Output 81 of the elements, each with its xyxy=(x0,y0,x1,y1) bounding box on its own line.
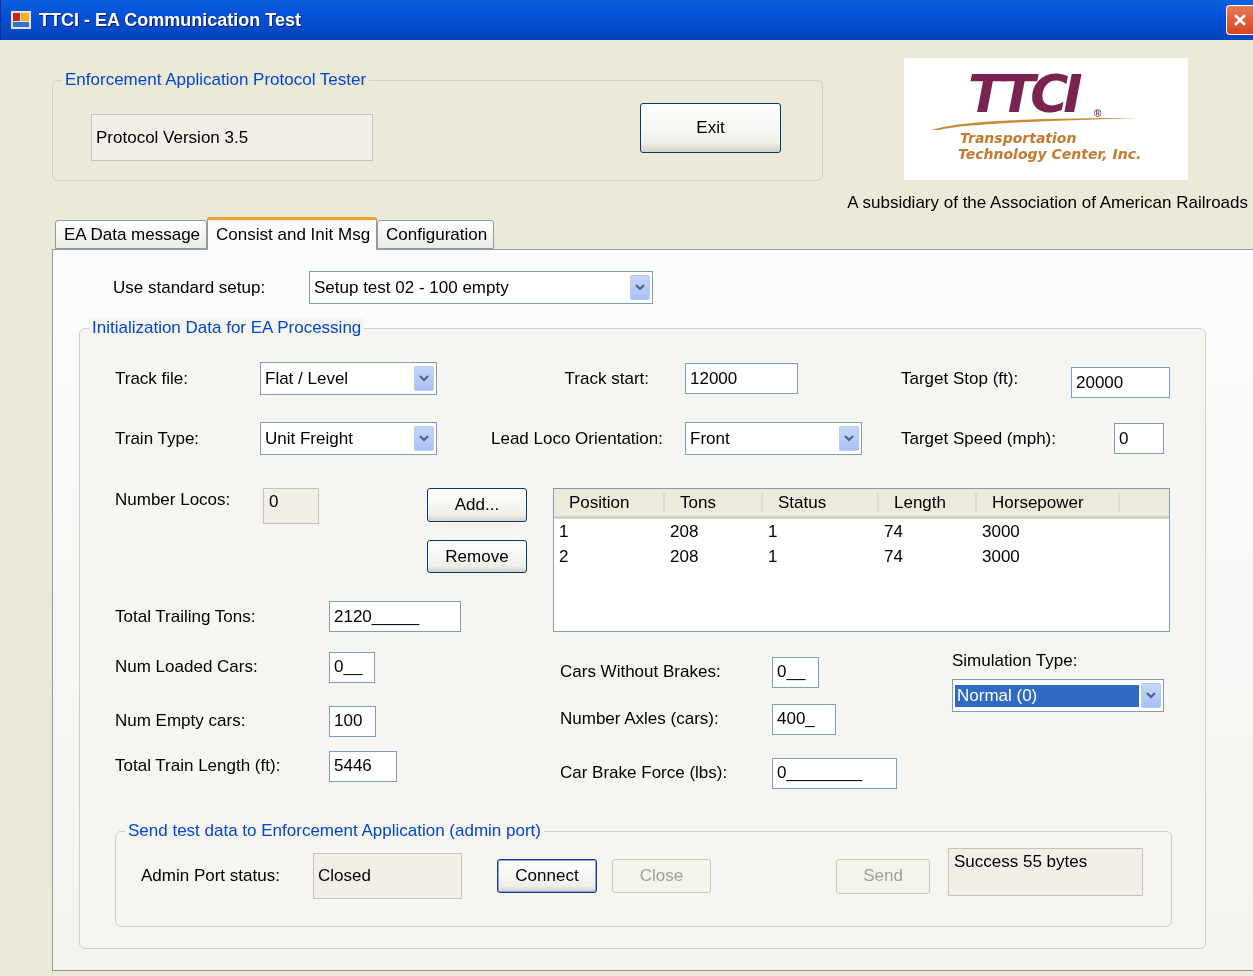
table-cell-text: 1 xyxy=(767,546,779,567)
text-field[interactable]: Success 55 bytes xyxy=(948,847,1143,896)
tab[interactable]: Configuration xyxy=(377,220,495,249)
text-field[interactable]: 0 xyxy=(1114,423,1164,454)
text-field[interactable]: 2120_____ xyxy=(329,601,461,632)
text-field[interactable]: 400_ xyxy=(772,703,836,735)
field-label: Target Stop (ft): xyxy=(901,368,1020,389)
column-header[interactable]: Position xyxy=(554,493,665,512)
dropdown-value: Flat / Level xyxy=(264,367,350,390)
text-field[interactable]: 0__ xyxy=(329,651,375,683)
field-label: Total Train Length (ft): xyxy=(115,756,282,776)
field-label: Track file: xyxy=(115,368,190,389)
push-button[interactable]: Remove xyxy=(427,540,527,573)
field-label: Admin Port status: xyxy=(141,866,281,886)
subsidiary-text: A subsidiary of the Association of American Railroads xyxy=(847,193,1248,213)
chevron-down-icon[interactable] xyxy=(630,275,650,300)
push-button[interactable]: Add... xyxy=(427,488,527,522)
field-label: Number Axles (cars): xyxy=(560,709,720,729)
field-label: Num Loaded Cars: xyxy=(115,657,259,677)
table-cell-text: 2 xyxy=(558,546,570,567)
field-label: Car Brake Force (lbs): xyxy=(560,763,729,783)
table-cell-text: 3000 xyxy=(981,521,1021,542)
window-title: TTCI - EA Communication Test xyxy=(39,9,302,31)
registered-mark: ® xyxy=(1094,108,1102,119)
field-label: Train Type: xyxy=(115,428,201,449)
close-icon xyxy=(1233,13,1247,27)
group-title: Enforcement Application Protocol Tester xyxy=(62,70,370,90)
group-title: Initialization Data for EA Processing xyxy=(89,318,365,338)
text-field[interactable]: Protocol Version 3.5 xyxy=(91,114,373,161)
table-cell-text: 3000 xyxy=(981,546,1021,567)
table-cell-text: 1 xyxy=(558,521,570,542)
close-button[interactable] xyxy=(1226,5,1253,35)
dropdown-value: Setup test 02 - 100 empty xyxy=(313,276,510,299)
push-button[interactable]: Connect xyxy=(497,859,597,893)
logo-tagline: Transportation xyxy=(960,130,1077,146)
chevron-down-icon[interactable] xyxy=(1141,683,1161,708)
text-field[interactable]: 5446 xyxy=(329,750,397,782)
dropdown-value: Normal (0) xyxy=(955,684,1139,707)
dropdown-value: Front xyxy=(689,427,731,450)
chevron-down-icon[interactable] xyxy=(839,426,859,451)
column-header[interactable]: Horsepower xyxy=(977,493,1120,512)
dropdown-field[interactable]: Setup test 02 - 100 empty xyxy=(309,271,653,304)
dropdown-field[interactable]: Front xyxy=(685,422,862,455)
field-label: Number Locos: xyxy=(115,490,232,510)
text-field[interactable]: 100 xyxy=(329,705,376,737)
dropdown-field[interactable]: Unit Freight xyxy=(260,422,437,455)
dropdown-field[interactable]: Normal (0) xyxy=(952,679,1164,712)
group-title: Send test data to Enforcement Application (admin port) xyxy=(125,821,544,841)
field-label: Num Empty cars: xyxy=(115,711,247,731)
field-label: Simulation Type: xyxy=(952,651,1079,671)
text-field[interactable]: 0 xyxy=(263,488,319,524)
text-field[interactable]: 20000 xyxy=(1071,367,1170,398)
field-label: Cars Without Brakes: xyxy=(560,662,722,682)
field-label: Track start: xyxy=(563,368,650,389)
field-label: Target Speed (mph): xyxy=(901,428,1057,449)
table-cell-text: 208 xyxy=(669,521,700,542)
text-field[interactable]: 12000 xyxy=(685,363,798,394)
push-button[interactable]: Exit xyxy=(640,103,781,153)
tab[interactable]: EA Data message xyxy=(55,220,208,249)
chevron-down-icon[interactable] xyxy=(414,426,434,451)
text-field[interactable]: Closed xyxy=(313,853,462,899)
logo-wordmark: TTCI xyxy=(968,72,1078,116)
table-cell-text: 74 xyxy=(883,546,904,567)
tab[interactable]: Consist and Init Msg xyxy=(207,217,378,250)
app-icon xyxy=(11,11,31,29)
field-label: Total Trailing Tons: xyxy=(115,606,257,627)
table-cell-text: 208 xyxy=(669,546,700,567)
list-view[interactable]: Position Tons Status Length Horsepower 1 208 1 74 3000 2 208 1 74 3000 xyxy=(553,488,1170,632)
dropdown-field[interactable]: Flat / Level xyxy=(260,362,437,395)
chevron-down-icon[interactable] xyxy=(414,366,434,391)
field-label: Lead Loco Orientation: xyxy=(490,428,664,449)
logo-tagline: Technology Center, Inc. xyxy=(958,146,1142,162)
dropdown-value: Unit Freight xyxy=(264,427,354,450)
column-header[interactable]: Status xyxy=(763,493,879,512)
column-header[interactable]: Tons xyxy=(665,493,763,512)
table-cell-text: 1 xyxy=(767,521,779,542)
text-field[interactable]: 0________ xyxy=(772,757,897,789)
field-label: Use standard setup: xyxy=(113,277,267,298)
text-field[interactable]: 0__ xyxy=(772,656,819,688)
column-header[interactable]: Length xyxy=(879,493,977,512)
table-cell-text: 74 xyxy=(883,521,904,542)
